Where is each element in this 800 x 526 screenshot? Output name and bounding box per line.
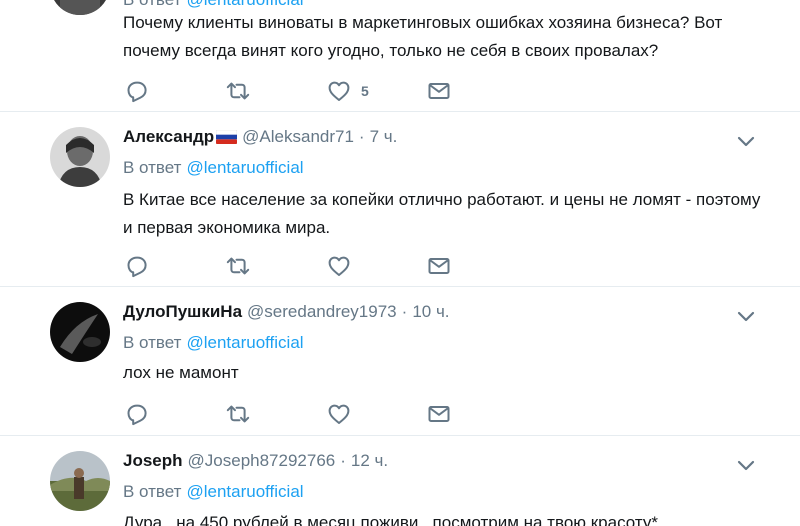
reply-prefix: В ответ <box>123 0 181 9</box>
reply-prefix: В ответ <box>123 158 182 177</box>
user-avatar[interactable] <box>50 451 110 511</box>
tweet-header: Александр @Aleksandr71 · 7 ч. <box>123 126 397 148</box>
tweet-header: Joseph @Joseph87292766 · 12 ч. <box>123 450 388 472</box>
user-name[interactable]: ДулоПушкиНа <box>123 302 242 322</box>
tweet-item[interactable]: Joseph @Joseph87292766 · 12 ч. В ответ @l… <box>0 436 800 526</box>
tweet-text: Дура , на 450 рублей в месяц поживи , по… <box>123 513 658 526</box>
tweet-item[interactable]: В ответ @lentaruofficial Почему клиенты в… <box>0 0 800 112</box>
mention-link[interactable]: @lentaruofficial <box>186 158 303 177</box>
tweet-feed: В ответ@lentaruofficial Почему клиенты в… <box>0 0 800 526</box>
mail-icon <box>427 402 451 426</box>
chevron-down-icon[interactable] <box>736 458 756 472</box>
reply-button[interactable] <box>125 79 149 103</box>
russia-flag-icon <box>216 130 238 144</box>
reply-icon <box>125 79 149 103</box>
direct-message-button[interactable] <box>427 79 451 103</box>
user-avatar[interactable] <box>50 302 110 362</box>
mail-icon <box>427 254 451 278</box>
tweet-timestamp[interactable]: 7 ч. <box>370 127 398 147</box>
mention-link[interactable]: @lentaruofficial <box>186 333 303 352</box>
reply-prefix: В ответ <box>123 333 182 352</box>
tweet-actions <box>125 402 465 426</box>
separator-dot: · <box>340 451 346 470</box>
direct-message-button[interactable] <box>427 254 451 278</box>
tweet-timestamp[interactable]: 10 ч. <box>412 302 449 322</box>
heart-icon <box>327 254 351 278</box>
like-button[interactable] <box>327 254 351 278</box>
reply-icon <box>125 402 149 426</box>
mention-link[interactable]: @lentaruofficial <box>186 0 303 9</box>
like-button[interactable]: 5 <box>327 79 369 103</box>
reply-to-label: В ответ@lentaruofficial <box>123 481 304 503</box>
mention-link[interactable]: @lentaruofficial <box>186 482 303 501</box>
reply-to-label: В ответ@lentaruofficial <box>123 332 304 354</box>
retweet-icon <box>226 254 250 278</box>
retweet-button[interactable] <box>226 402 250 426</box>
heart-icon <box>327 402 351 426</box>
user-avatar[interactable] <box>50 127 110 187</box>
tweet-actions <box>125 254 465 278</box>
reply-button[interactable] <box>125 402 149 426</box>
tweet-actions: 5 <box>125 79 465 103</box>
retweet-button[interactable] <box>226 254 250 278</box>
like-count: 5 <box>361 83 369 99</box>
user-handle[interactable]: @seredandrey1973 <box>247 302 397 322</box>
retweet-icon <box>226 402 250 426</box>
tweet-item[interactable]: Александр @Aleksandr71 · 7 ч. В ответ @le… <box>0 112 800 287</box>
reply-button[interactable] <box>125 254 149 278</box>
tweet-item[interactable]: ДулоПушкиНа @seredandrey1973 · 10 ч. В о… <box>0 287 800 436</box>
retweet-icon <box>226 79 250 103</box>
user-name[interactable]: Joseph <box>123 451 183 471</box>
user-handle[interactable]: @Aleksandr71 <box>242 127 354 147</box>
tweet-text: лох не мамонт <box>123 363 239 382</box>
separator-dot: · <box>401 302 408 321</box>
reply-icon <box>125 254 149 278</box>
user-avatar[interactable] <box>50 0 110 15</box>
direct-message-button[interactable] <box>427 402 451 426</box>
reply-prefix: В ответ <box>123 482 182 501</box>
chevron-down-icon[interactable] <box>736 309 756 323</box>
tweet-text: Почему клиенты виноваты в маркетинговых … <box>123 13 723 60</box>
reply-to-label: В ответ@lentaruofficial <box>123 157 304 179</box>
user-name[interactable]: Александр <box>123 127 214 147</box>
tweet-header: ДулоПушкиНа @seredandrey1973 · 10 ч. <box>123 301 450 323</box>
like-button[interactable] <box>327 402 351 426</box>
retweet-button[interactable] <box>226 79 250 103</box>
user-handle[interactable]: @Joseph87292766 <box>188 451 336 471</box>
separator-dot: · <box>358 127 365 146</box>
tweet-text: В Китае все население за копейки отлично… <box>123 190 761 237</box>
mail-icon <box>427 79 451 103</box>
heart-icon <box>327 79 351 103</box>
chevron-down-icon[interactable] <box>736 134 756 148</box>
tweet-timestamp[interactable]: 12 ч. <box>351 451 388 471</box>
